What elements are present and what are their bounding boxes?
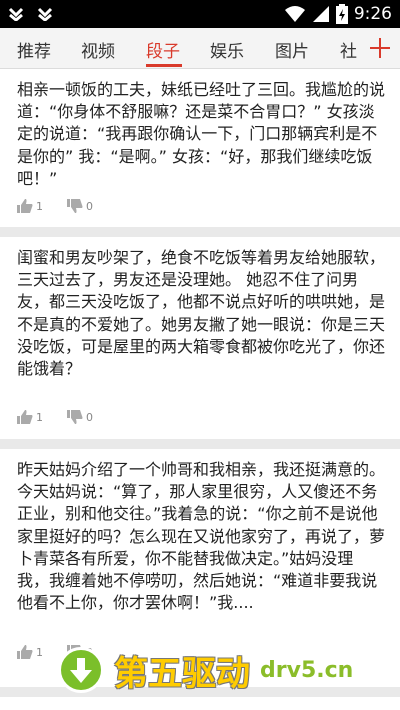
active-tab-indicator (146, 64, 182, 67)
status-bar: 9:26 (0, 0, 400, 28)
post-card: 相亲一顿饭的工夫，妹纸已经吐了三回。我尴尬的说道：“你身体不舒服嘛？还是菜不合胃… (0, 69, 400, 227)
notification-icon (38, 7, 53, 22)
watermark-domain: drv5.cn (260, 657, 354, 683)
add-channel-icon[interactable] (360, 28, 400, 68)
notification-icon (8, 7, 24, 22)
channel-tabs: 推荐 视频 段子 娱乐 图片 社 (0, 28, 400, 69)
like-count: 1 (36, 645, 43, 659)
post-text: 闺蜜和男友吵架了，绝食不吃饭等着男友给她服软，三天过去了，男友还是没理她。 她忍… (17, 248, 386, 379)
thumbs-up-icon[interactable] (17, 410, 33, 424)
like-count: 1 (36, 410, 43, 424)
wifi-icon (284, 6, 305, 22)
thumbs-up-icon[interactable] (17, 199, 33, 213)
watermark-logo: 第五驱动 drv5.cn (58, 640, 353, 700)
signal-icon (312, 6, 329, 22)
post-text: 相亲一顿饭的工夫，妹纸已经吐了三回。我尴尬的说道：“你身体不舒服嘛？还是菜不合胃… (17, 80, 386, 188)
dislike-count: 0 (86, 410, 93, 424)
tab-recommend[interactable]: 推荐 (17, 37, 51, 62)
tab-entertainment[interactable]: 娱乐 (210, 37, 244, 62)
notification-icons (8, 6, 61, 25)
download-arrow-icon (58, 647, 104, 693)
thumbs-up-icon[interactable] (17, 645, 33, 659)
tab-society[interactable]: 社 (340, 37, 357, 62)
post-text: 昨天姑妈介绍了一个帅哥和我相亲，我还挺满意的。今天姑妈说：“算了，那人家里很穷，… (17, 460, 386, 613)
tab-jokes[interactable]: 段子 (146, 37, 180, 62)
tab-video[interactable]: 视频 (81, 37, 115, 62)
like-count: 1 (36, 199, 43, 213)
thumbs-down-icon[interactable] (67, 199, 83, 213)
battery-icon (335, 4, 348, 24)
thumbs-down-icon[interactable] (67, 410, 83, 424)
watermark-title: 第五驱动 (114, 653, 250, 694)
dislike-count: 0 (86, 199, 93, 213)
clock: 9:26 (353, 4, 392, 24)
tab-pictures[interactable]: 图片 (275, 37, 309, 62)
post-card: 闺蜜和男友吵架了，绝食不吃饭等着男友给她服软，三天过去了，男友还是没理她。 她忍… (0, 237, 400, 439)
